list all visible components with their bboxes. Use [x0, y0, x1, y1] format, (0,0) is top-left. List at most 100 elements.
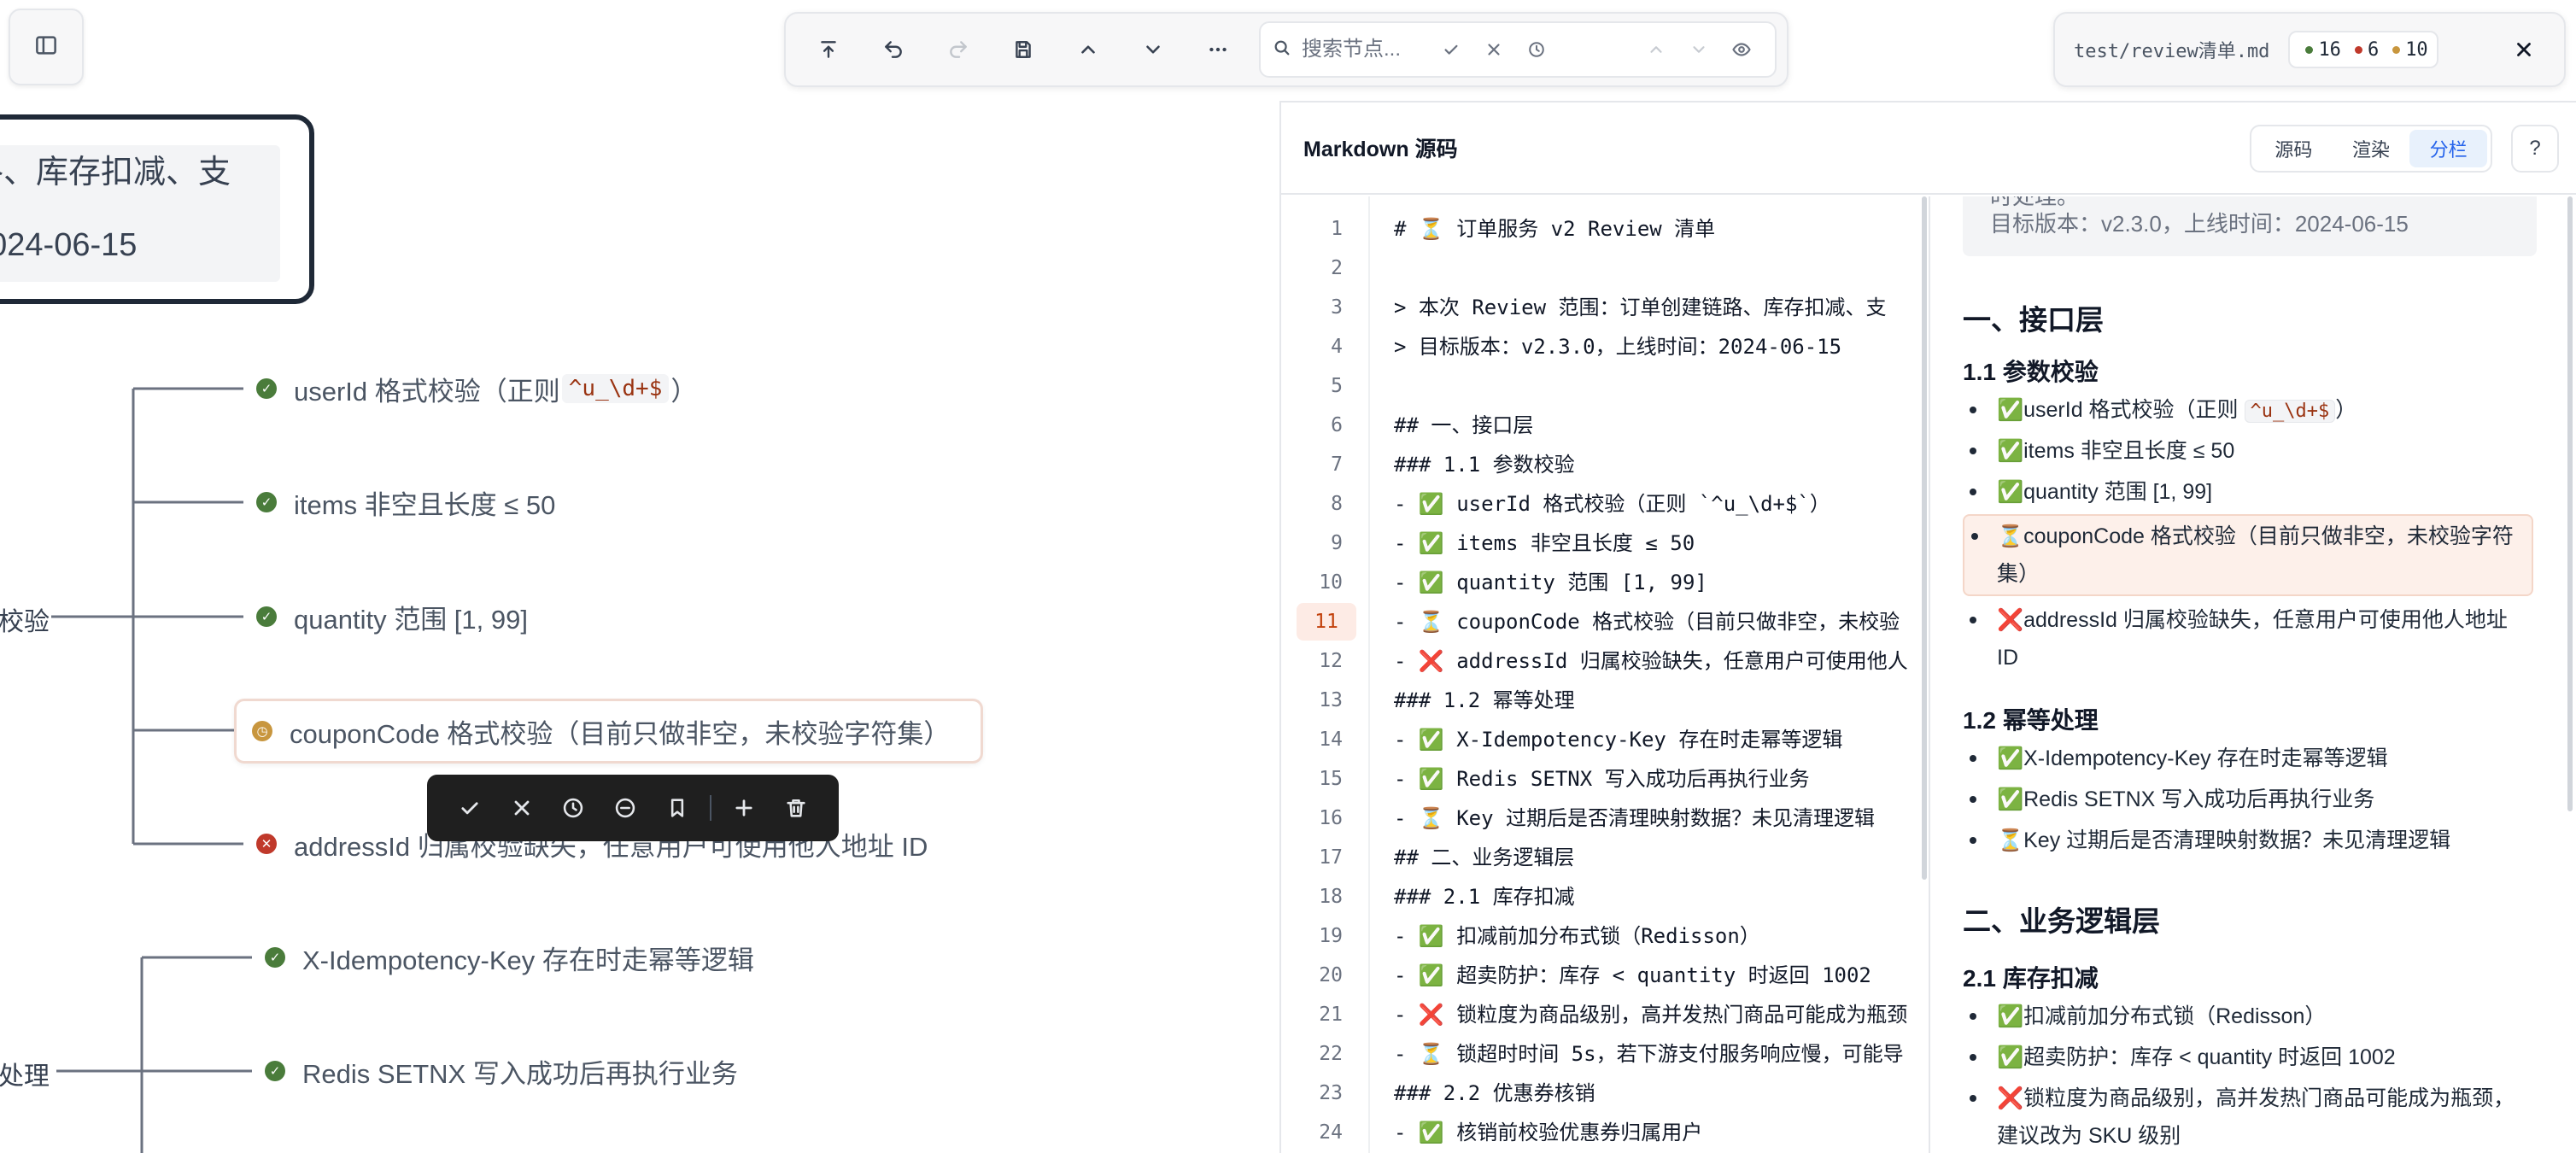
done-count: 16 — [2318, 38, 2341, 61]
preview-scrollbar[interactable] — [2567, 196, 2573, 811]
code-line[interactable]: ### 1.1 参数校验 — [1394, 446, 1575, 483]
line-number: 4 — [1331, 336, 1343, 358]
editor-scrollbar[interactable] — [1922, 196, 1927, 880]
filter-fail-icon[interactable] — [1472, 28, 1515, 71]
undo-icon[interactable] — [861, 22, 926, 77]
main-toolbar — [784, 12, 1789, 87]
code-line[interactable]: - ✅ 扣减前加分布式锁（Redisson） — [1394, 917, 1760, 955]
line-number: 11 — [1297, 603, 1356, 641]
leaf-node[interactable]: ✓ userId 格式校验（正则 ^u_\d+$ ） — [256, 363, 697, 414]
branch-node-params[interactable]: 校验 — [0, 600, 50, 638]
code-line[interactable]: > 本次 Review 范围：订单创建链路、库存扣减、支 — [1394, 289, 1887, 326]
line-number: 15 — [1319, 768, 1343, 790]
search-prev-icon[interactable] — [1635, 28, 1677, 71]
preview-item-code: ^u_\d+$ — [2244, 400, 2336, 423]
preview-list-item-highlighted[interactable]: ⏳couponCode 格式校验（目前只做非空，未校验字符集） — [1963, 514, 2533, 596]
line-number: 6 — [1331, 414, 1343, 436]
code-line[interactable]: ## 一、接口层 — [1394, 407, 1533, 444]
code-line[interactable]: - ✅ X-Idempotency-Key 存在时走幂等逻辑 — [1394, 721, 1842, 758]
filter-done-icon[interactable] — [1430, 28, 1472, 71]
redo-icon[interactable] — [926, 22, 991, 77]
preview-list-item: ✅超卖防护：库存 < quantity 时返回 1002 — [1970, 1039, 2525, 1076]
code-line[interactable]: - ❌ 锁粒度为商品级别，高并发热门商品可能成为瓶颈 — [1394, 996, 1907, 1033]
view-mode-switch: 源码 渲染 分栏 — [2250, 125, 2492, 173]
code-line[interactable]: - ✅ 超卖防护：库存 < quantity 时返回 1002 — [1394, 957, 1871, 994]
file-status-bar: test/review清单.md 16 6 10 — [2053, 12, 2566, 87]
preview-item-text: ⏳Key 过期后是否清理映射数据？未见清理逻辑 — [1997, 828, 2451, 852]
branch-node-idempotency[interactable]: 处理 — [0, 1055, 50, 1092]
app-root: 路、库存扣减、支 2024-06-15 校验 处理 ✓ userId 格式校验（… — [0, 0, 2576, 1153]
search-next-icon[interactable] — [1677, 28, 1720, 71]
rendered-preview[interactable]: 时处理。 目标版本：v2.3.0，上线时间：2024-06-15 一、接口层 1… — [1932, 196, 2576, 1153]
code-line[interactable]: ## 二、业务逻辑层 — [1394, 839, 1574, 876]
view-split-button[interactable]: 分栏 — [2409, 130, 2488, 167]
plus-icon[interactable] — [718, 781, 770, 834]
code-line[interactable]: ### 2.2 优惠券核销 — [1394, 1074, 1595, 1112]
more-icon[interactable] — [1186, 22, 1250, 77]
code-line[interactable]: - ⏳ Key 过期后是否清理映射数据？未见清理逻辑 — [1394, 799, 1875, 837]
line-number: 21 — [1319, 1004, 1343, 1026]
chevron-up-icon[interactable] — [1056, 22, 1121, 77]
code-line[interactable]: - ⏳ 锁超时时间 5s，若下游支付服务响应慢，可能导 — [1394, 1035, 1904, 1073]
view-render-button[interactable]: 渲染 — [2333, 130, 2410, 167]
line-number: 24 — [1319, 1121, 1343, 1144]
code-line[interactable]: - ⏳ couponCode 格式校验（目前只做非空，未校验 — [1394, 603, 1900, 641]
code-line[interactable]: > 目标版本：v2.3.0，上线时间：2024-06-15 — [1394, 328, 1841, 366]
save-icon[interactable] — [991, 22, 1056, 77]
root-node[interactable]: 路、库存扣减、支 2024-06-15 — [0, 114, 314, 304]
leaf-node-selected[interactable]: ◷ couponCode 格式校验（目前只做非空，未校验字符集） — [234, 699, 984, 764]
preview-item-text: ✅items 非空且长度 ≤ 50 — [1997, 439, 2235, 463]
sidebar-toggle-button[interactable] — [9, 9, 84, 85]
search-icon — [1273, 38, 1291, 61]
eye-icon[interactable] — [1720, 28, 1763, 71]
view-source-button[interactable]: 源码 — [2255, 130, 2333, 167]
sidebar-icon — [33, 32, 59, 62]
leaf-node[interactable]: ✓ quantity 范围 [1, 99] — [256, 591, 528, 642]
preview-item-text: ✅超卖防护：库存 < quantity 时返回 1002 — [1997, 1045, 2396, 1069]
code-line[interactable]: - ✅ quantity 范围 [1, 99] — [1394, 564, 1707, 601]
code-line[interactable]: - ✅ Redis SETNX 写入成功后再执行业务 — [1394, 760, 1810, 798]
line-number: 14 — [1319, 729, 1343, 751]
line-number: 19 — [1319, 925, 1343, 947]
leaf-node[interactable]: ✓ items 非空且长度 ≤ 50 — [256, 477, 555, 528]
leaf-node[interactable]: ✓ Redis SETNX 写入成功后再执行业务 — [265, 1045, 738, 1097]
bullet — [1970, 448, 1976, 454]
bullet — [1970, 489, 1976, 495]
preview-item-text: ✅Redis SETNX 写入成功后再执行业务 — [1997, 787, 2375, 811]
check-icon[interactable] — [444, 781, 496, 834]
node-search-input[interactable] — [1302, 38, 1430, 61]
code-line[interactable]: - ✅ 核销前校验优惠券归属用户 — [1394, 1114, 1702, 1151]
preview-list-item: ✅扣减前加分布式锁（Redisson） — [1970, 998, 2525, 1035]
preview-list-item: ✅Redis SETNX 写入成功后再执行业务 — [1970, 781, 2525, 818]
leaf-node[interactable]: ✓ X-Idempotency-Key 存在时走幂等逻辑 — [265, 932, 754, 983]
bookmark-icon[interactable] — [651, 781, 703, 834]
filter-pending-icon[interactable] — [1515, 28, 1558, 71]
help-button[interactable]: ? — [2511, 125, 2559, 173]
clock-icon[interactable] — [547, 781, 600, 834]
code-line[interactable]: - ✅ items 非空且长度 ≤ 50 — [1394, 524, 1695, 562]
align-top-icon[interactable] — [796, 22, 861, 77]
leaf-text: userId 格式校验（正则 — [294, 376, 560, 407]
leaf-text: X-Idempotency-Key 存在时走幂等逻辑 — [302, 945, 754, 975]
pending-status-icon: ◷ — [252, 721, 272, 741]
minus-circle-icon[interactable] — [600, 781, 652, 834]
line-number: 10 — [1319, 571, 1343, 594]
code-line[interactable]: ### 1.2 幂等处理 — [1394, 682, 1575, 719]
line-number: 9 — [1331, 532, 1343, 554]
code-line[interactable]: # ⏳ 订单服务 v2 Review 清单 — [1394, 210, 1715, 248]
root-node-line2: 2024-06-15 — [0, 227, 138, 263]
preview-blockquote: 时处理。 目标版本：v2.3.0，上线时间：2024-06-15 — [1963, 196, 2537, 256]
bullet — [1970, 1054, 1976, 1061]
chevron-down-icon[interactable] — [1121, 22, 1186, 77]
code-line[interactable]: - ✅ userId 格式校验（正则 `^u_\d+$`） — [1394, 485, 1830, 523]
x-icon[interactable] — [496, 781, 548, 834]
close-icon[interactable] — [2503, 28, 2545, 71]
file-name: test/review清单.md — [2074, 41, 2270, 62]
code-line[interactable]: ### 2.1 库存扣减 — [1394, 878, 1575, 916]
trash-icon[interactable] — [770, 781, 822, 834]
line-number: 5 — [1331, 375, 1343, 397]
pending-count: 10 — [2405, 38, 2428, 61]
mindmap-canvas[interactable]: 路、库存扣减、支 2024-06-15 校验 处理 ✓ userId 格式校验（… — [0, 0, 1281, 1153]
source-editor[interactable]: 1234567891011121314151617181920212223242… — [1281, 196, 1930, 1153]
code-line[interactable]: - ❌ addressId 归属校验缺失，任意用户可使用他人 — [1394, 642, 1908, 680]
